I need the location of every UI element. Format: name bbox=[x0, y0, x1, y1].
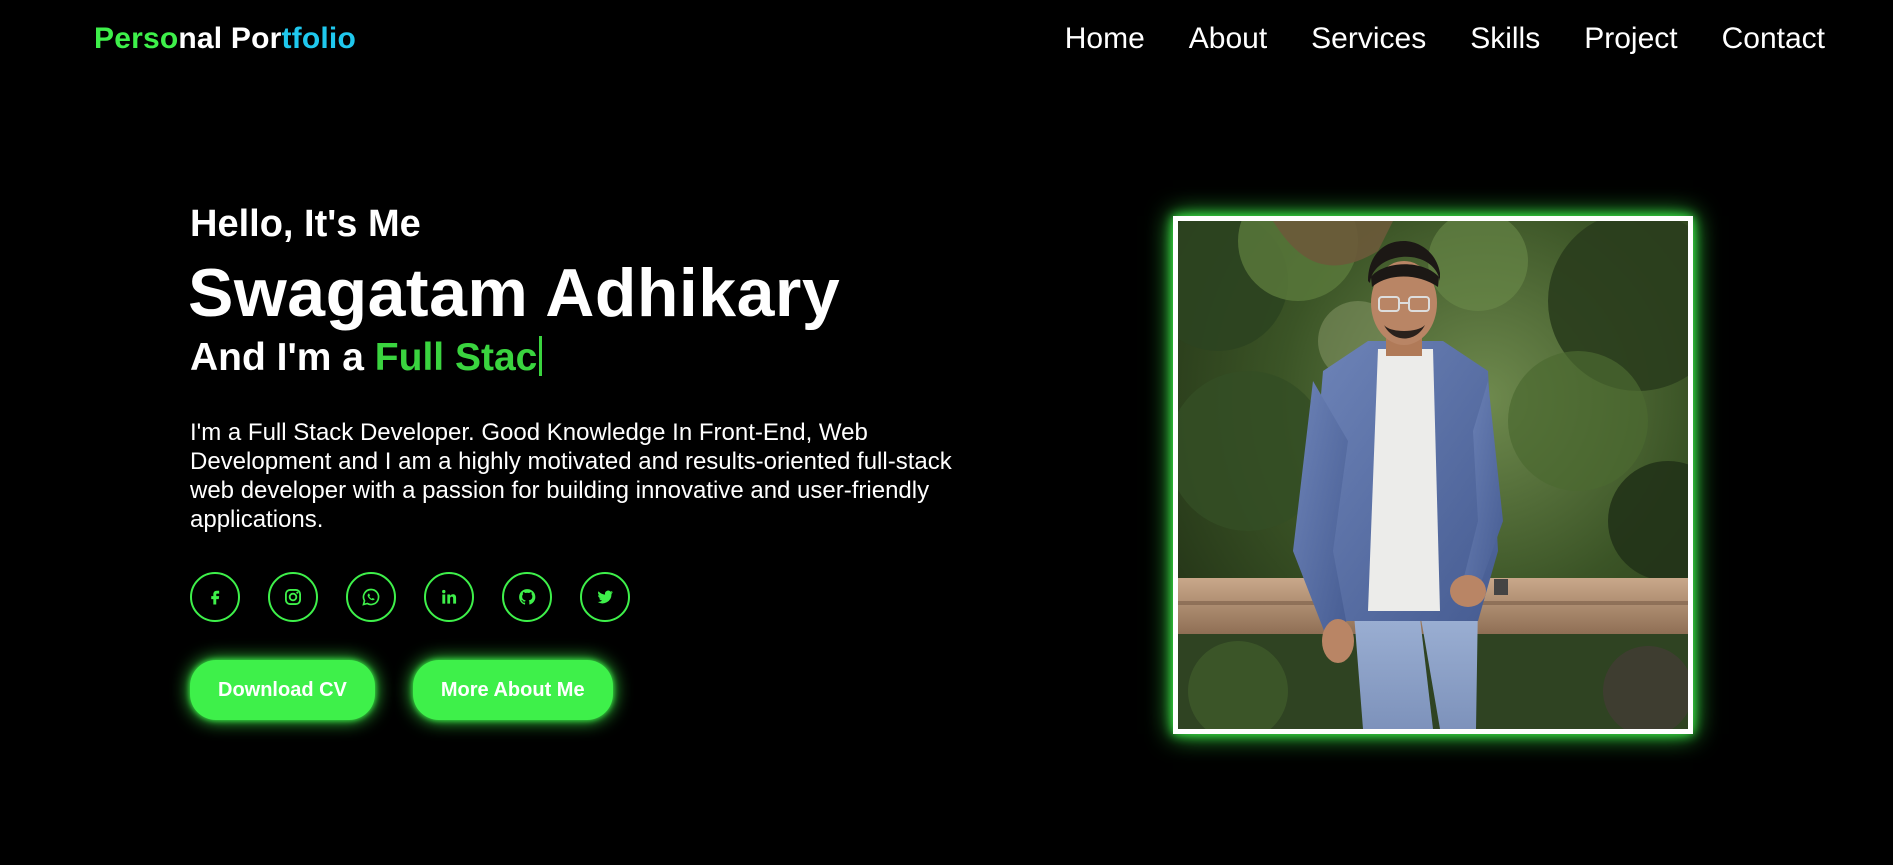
hero-name: Swagatam Adhikary bbox=[188, 255, 841, 331]
more-about-me-button[interactable]: More About Me bbox=[412, 660, 613, 720]
main-nav: Home About Services Skills Project Conta… bbox=[1021, 22, 1825, 56]
hero-role: And I'm a Full Stac bbox=[190, 336, 543, 380]
hero-buttons: Download CV More About Me bbox=[190, 660, 651, 720]
twitter-link[interactable] bbox=[580, 572, 630, 622]
facebook-link[interactable] bbox=[190, 572, 240, 622]
whatsapp-icon bbox=[362, 588, 380, 606]
github-link[interactable] bbox=[502, 572, 552, 622]
hero-bio: I'm a Full Stack Developer. Good Knowled… bbox=[190, 419, 952, 533]
nav-project[interactable]: Project bbox=[1584, 22, 1677, 56]
social-links bbox=[190, 572, 658, 622]
typing-caret bbox=[539, 336, 543, 376]
hero-role-prefix: And I'm a bbox=[190, 336, 375, 379]
logo-part-green: Perso bbox=[94, 22, 179, 55]
logo-part-cyan: tfolio bbox=[281, 22, 356, 55]
hero-role-typed: Full Stac bbox=[374, 336, 538, 379]
linkedin-icon bbox=[442, 589, 457, 604]
facebook-icon bbox=[211, 590, 220, 605]
nav-contact[interactable]: Contact bbox=[1722, 22, 1825, 56]
profile-photo bbox=[1173, 216, 1693, 734]
site-logo[interactable]: Personal Portfolio bbox=[94, 22, 356, 56]
hero-greeting: Hello, It's Me bbox=[190, 203, 421, 245]
nav-about[interactable]: About bbox=[1189, 22, 1267, 56]
nav-home[interactable]: Home bbox=[1065, 22, 1145, 56]
logo-part-white: nal Por bbox=[178, 22, 282, 55]
portfolio-page: Personal Portfolio Home About Services S… bbox=[0, 0, 1893, 865]
nav-services[interactable]: Services bbox=[1311, 22, 1426, 56]
github-icon bbox=[519, 589, 536, 605]
profile-photo-image bbox=[1178, 221, 1688, 729]
instagram-icon bbox=[285, 589, 301, 605]
twitter-icon bbox=[597, 590, 613, 604]
linkedin-link[interactable] bbox=[424, 572, 474, 622]
instagram-link[interactable] bbox=[268, 572, 318, 622]
whatsapp-link[interactable] bbox=[346, 572, 396, 622]
site-header: Personal Portfolio Home About Services S… bbox=[0, 0, 1893, 84]
download-cv-button[interactable]: Download CV bbox=[190, 660, 375, 720]
nav-skills[interactable]: Skills bbox=[1470, 22, 1540, 56]
